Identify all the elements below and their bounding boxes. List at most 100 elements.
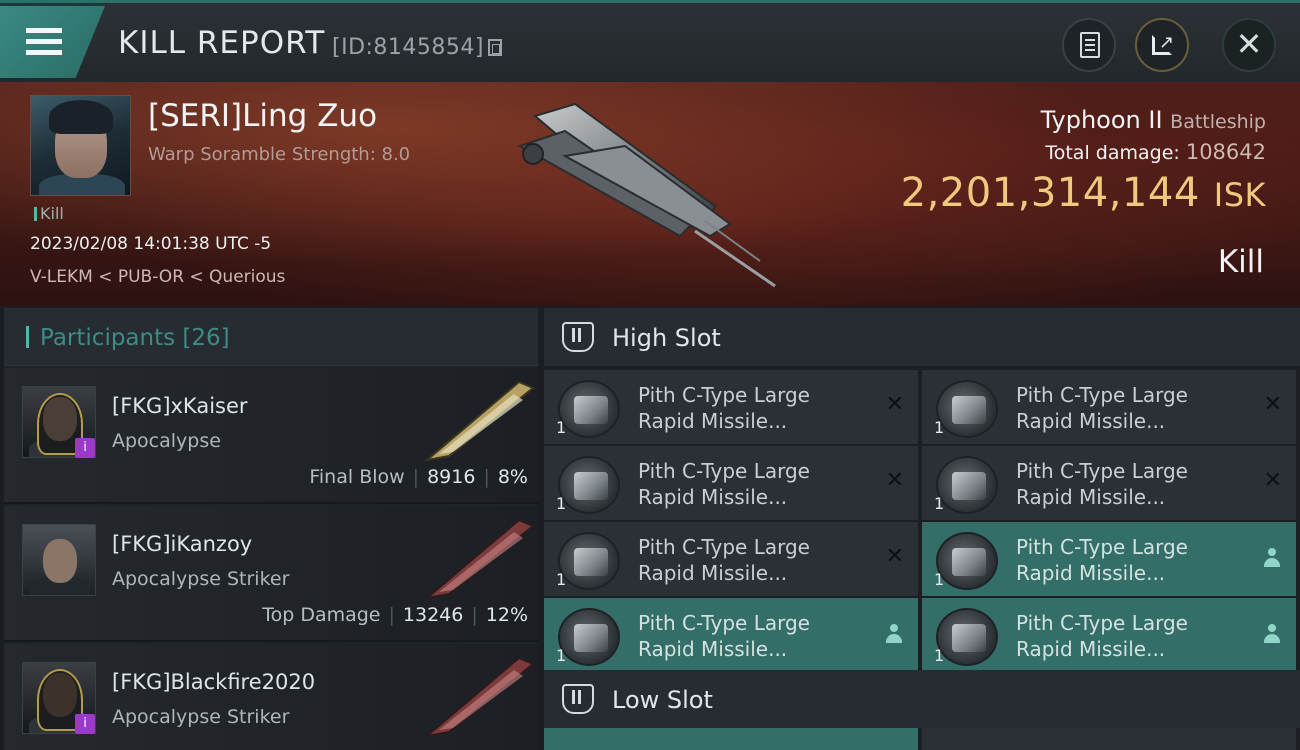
person-icon [886,624,902,644]
participant-stats: Top Damage | 13246 | 12% [262,604,528,626]
participants-count: [26] [182,325,230,351]
participant-card[interactable]: i [FKG]Blackfire2020 Apocalypse Striker [4,644,538,750]
share-button[interactable]: ↗ [1135,18,1189,72]
participants-header: Participants [26] [4,308,538,366]
module-item[interactable]: 1 Pith C-Type Large Rapid Missile... [922,598,1296,672]
module-name-line2: Rapid Missile... [638,561,788,585]
stat-percent: 12% [485,604,528,626]
report-id: [ID:8145854] [332,35,484,60]
module-icon [558,608,620,666]
damage-label: Total damage: [1045,142,1180,164]
destroyed-icon: ✕ [1263,468,1282,493]
module-name-line2: Rapid Missile... [638,637,788,661]
module-item[interactable]: 1 Pith C-Type Large Rapid Missile... ✕ [544,522,918,596]
module-name-line2: Rapid Missile... [1016,409,1166,433]
participant-avatar [22,524,96,596]
module-icon [936,532,998,590]
module-quantity: 1 [934,646,945,665]
share-arrow-icon: ↗ [1159,32,1175,53]
participant-card[interactable]: i [FKG]xKaiser Apocalypse Final Blow | 891… [4,368,538,504]
module-name-line2: Rapid Missile... [1016,637,1166,661]
module-icon [558,380,620,438]
ship-name: Typhoon II [1040,106,1163,134]
low-slot-module-peek[interactable] [544,728,918,750]
victim-name[interactable]: [SERI]Ling Zuo [148,98,377,134]
participant-ship-image [423,380,535,462]
module-quantity: 1 [556,494,567,513]
module-name: Pith C-Type Large Rapid Missile... [638,534,868,586]
info-badge[interactable]: i [75,438,95,458]
destroyed-icon: ✕ [885,468,904,493]
module-name: Pith C-Type Large Rapid Missile... [638,610,868,662]
high-slot-title: High Slot [612,324,721,352]
module-item[interactable]: 1 Pith C-Type Large Rapid Missile... ✕ [922,370,1296,444]
clipboard-button[interactable] [1062,18,1116,72]
stat-damage: 13246 [402,604,464,626]
participant-card[interactable]: [FKG]iKanzoy Apocalypse Striker Top Dama… [4,506,538,642]
module-item[interactable]: 1 Pith C-Type Large Rapid Missile... ✕ [922,446,1296,520]
destroyed-icon: ✕ [1263,392,1282,417]
low-slot-module-peek[interactable] [922,728,1296,750]
module-name: Pith C-Type Large Rapid Missile... [1016,382,1246,434]
module-item[interactable]: 1 Pith C-Type Large Rapid Missile... ✕ [544,370,918,444]
hamburger-menu-icon [26,28,62,33]
module-quantity: 1 [556,646,567,665]
page-title: KILL REPORT [118,25,326,61]
module-icon [558,532,620,590]
participant-stats: Final Blow | 8916 | 8% [309,466,528,488]
module-item[interactable]: 1 Pith C-Type Large Rapid Missile... [544,598,918,672]
participant-name: [FKG]Blackfire2020 [112,670,316,694]
info-badge[interactable]: i [75,714,95,734]
hamburger-menu-icon-bar [26,39,62,44]
high-slot-header: High Slot [544,308,1300,366]
module-name-line1: Pith C-Type Large [1016,383,1188,407]
module-name-line1: Pith C-Type Large [638,611,810,635]
victim-ship-type[interactable]: Typhoon II Battleship [1041,106,1266,134]
result-label: Kill [1217,244,1264,280]
module-quantity: 1 [556,570,567,589]
header-accent [26,326,29,348]
module-item[interactable]: 1 Pith C-Type Large Rapid Missile... ✕ [544,446,918,520]
low-slot-title: Low Slot [612,686,713,714]
module-icon [936,456,998,514]
module-quantity: 1 [934,418,945,437]
module-name-line2: Rapid Missile... [1016,485,1166,509]
module-quantity: 1 [934,494,945,513]
module-name-line1: Pith C-Type Large [1016,459,1188,483]
participant-name: [FKG]iKanzoy [112,532,253,556]
participant-name: [FKG]xKaiser [112,394,248,418]
module-name-line1: Pith C-Type Large [638,383,810,407]
isk-value: 2,201,314,144 ISK [901,170,1266,216]
copy-icon[interactable] [488,39,502,56]
kill-location[interactable]: V-LEKM < PUB-OR < Querious [30,267,285,287]
menu-button[interactable] [0,6,105,78]
module-name-line2: Rapid Missile... [1016,561,1166,585]
module-icon [558,456,620,514]
module-quantity: 1 [934,570,945,589]
module-name: Pith C-Type Large Rapid Missile... [1016,610,1246,662]
stat-label: Top Damage [262,604,381,626]
participants-title: Participants [26] [40,325,230,351]
top-bar: KILL REPORT [ID:8145854] ↗ ✕ [0,0,1300,82]
module-name-line1: Pith C-Type Large [638,459,810,483]
victim-portrait[interactable] [30,95,131,196]
person-icon [1264,548,1280,568]
total-damage: Total damage: 108642 [1045,140,1266,164]
clipboard-icon [1080,32,1100,58]
stat-percent: 8% [497,466,528,488]
kill-tag: Kill [34,204,64,223]
low-slot-header: Low Slot [544,670,1300,728]
close-button[interactable]: ✕ [1222,18,1276,72]
close-icon: ✕ [1235,25,1263,63]
kill-datetime: 2023/02/08 14:01:38 UTC -5 [30,234,272,254]
module-name: Pith C-Type Large Rapid Missile... [638,382,868,434]
participants-panel: Participants [26] i [FKG]xKaiser Apocaly… [4,308,538,750]
participant-ship: Apocalypse Striker [112,706,290,728]
isk-amount: 2,201,314,144 [900,170,1200,216]
victim-ship-image [517,102,776,288]
module-name-line1: Pith C-Type Large [1016,611,1188,635]
victim-subtitle: Warp Soramble Strength: 8.0 [148,144,411,165]
module-icon [936,608,998,666]
module-item[interactable]: 1 Pith C-Type Large Rapid Missile... [922,522,1296,596]
person-icon [1264,624,1280,644]
